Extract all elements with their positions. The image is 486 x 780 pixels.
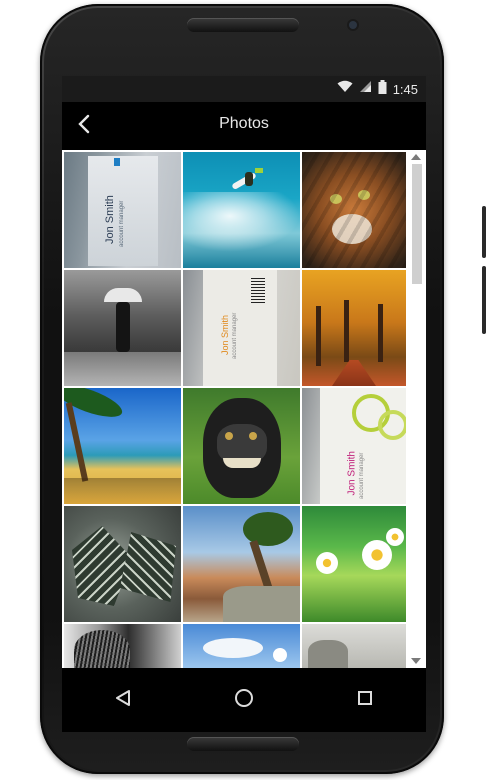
scroll-down-arrow[interactable] bbox=[411, 658, 421, 664]
earpiece-speaker bbox=[187, 18, 299, 32]
signal-icon bbox=[359, 80, 372, 98]
back-triangle-icon bbox=[114, 689, 132, 712]
card-role: account manager bbox=[359, 452, 365, 499]
photo-tile[interactable] bbox=[302, 506, 406, 622]
screen: 1:45 Photos Jon Smith account manager Jo… bbox=[62, 76, 426, 668]
scroll-up-arrow[interactable] bbox=[411, 154, 421, 160]
card-role: account manager bbox=[232, 312, 238, 359]
power-button[interactable] bbox=[482, 206, 486, 258]
photo-tile[interactable] bbox=[64, 270, 181, 386]
card-name: Jon Smith bbox=[104, 195, 116, 244]
scroll-thumb[interactable] bbox=[412, 164, 422, 284]
photo-grid: Jon Smith account manager Jon Smith acco… bbox=[62, 150, 408, 668]
status-time: 1:45 bbox=[392, 81, 418, 97]
photo-tile[interactable] bbox=[302, 270, 406, 386]
page-title: Photos bbox=[219, 115, 269, 132]
nav-back-button[interactable] bbox=[103, 680, 143, 720]
photo-tile[interactable]: Jon Smith account manager bbox=[64, 152, 181, 268]
wifi-icon bbox=[337, 80, 353, 98]
photo-tile[interactable]: Jon Smith account manager bbox=[183, 270, 300, 386]
app-bar: Photos bbox=[62, 102, 426, 150]
card-name: Jon Smith bbox=[346, 451, 358, 496]
nav-home-button[interactable] bbox=[224, 680, 264, 720]
volume-button[interactable] bbox=[482, 266, 486, 334]
photo-tile[interactable] bbox=[183, 506, 300, 622]
photo-tile[interactable] bbox=[302, 624, 406, 668]
recents-square-icon bbox=[357, 690, 373, 711]
photo-tile[interactable] bbox=[64, 388, 181, 504]
status-bar: 1:45 bbox=[62, 76, 426, 102]
photo-tile[interactable]: Jon Smith account manager bbox=[302, 388, 406, 504]
battery-icon bbox=[378, 79, 387, 99]
photo-tile[interactable] bbox=[302, 152, 406, 268]
home-circle-icon bbox=[234, 688, 254, 713]
nav-recents-button[interactable] bbox=[345, 680, 385, 720]
photo-tile[interactable] bbox=[183, 152, 300, 268]
scrollbar[interactable] bbox=[408, 150, 426, 668]
bottom-speaker bbox=[187, 737, 299, 751]
card-name: Jon Smith bbox=[220, 314, 230, 355]
photo-tile[interactable] bbox=[64, 624, 181, 668]
photo-tile[interactable] bbox=[183, 388, 300, 504]
navigation-bar bbox=[62, 668, 426, 732]
card-role: account manager bbox=[119, 200, 125, 247]
front-camera bbox=[349, 21, 357, 29]
photo-tile[interactable] bbox=[64, 506, 181, 622]
photo-tile[interactable] bbox=[183, 624, 300, 668]
